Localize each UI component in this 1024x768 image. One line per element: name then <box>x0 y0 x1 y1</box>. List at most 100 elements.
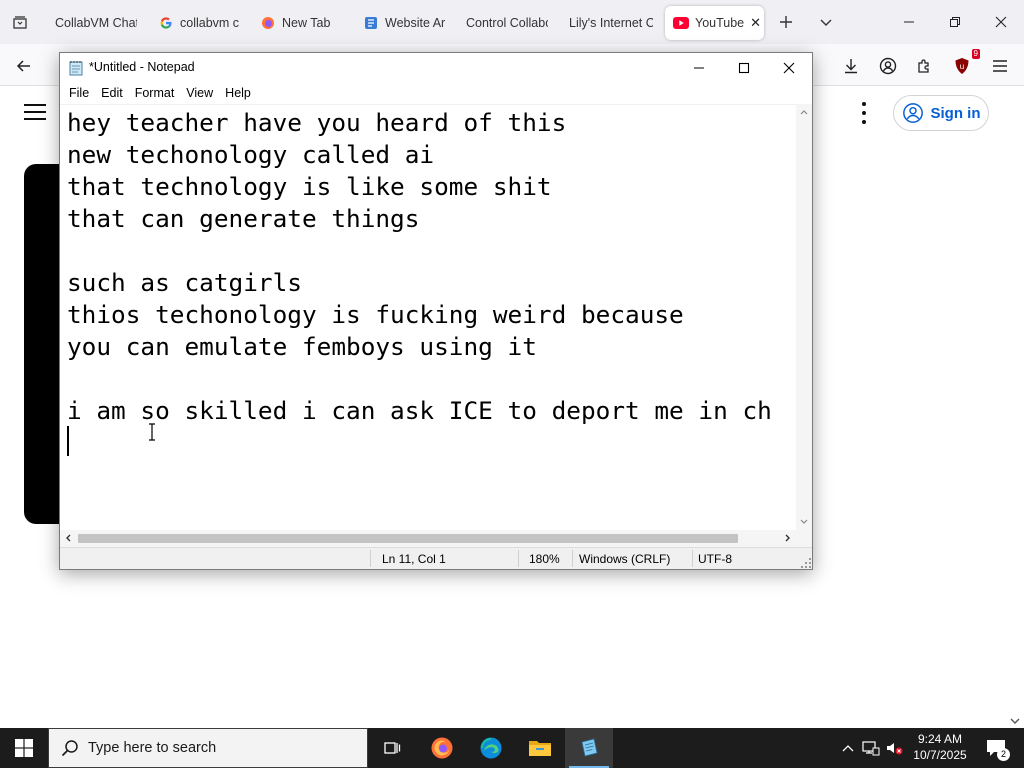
ublock-shield-icon: u <box>955 58 969 74</box>
youtube-guide-menu-icon[interactable] <box>24 104 46 120</box>
close-icon <box>995 16 1007 28</box>
app-menu-button[interactable] <box>986 52 1014 80</box>
scroll-down-arrow-icon[interactable] <box>798 516 810 528</box>
browser-close-button[interactable] <box>978 0 1024 44</box>
notepad-text-line <box>67 363 772 395</box>
sign-in-label: Sign in <box>930 104 981 122</box>
scrollbar-corner <box>796 530 812 547</box>
notepad-text-line: you can emulate femboys using it <box>67 332 537 361</box>
downloads-button[interactable] <box>837 52 865 80</box>
browser-tab[interactable]: CollabVM Chat <box>55 6 137 40</box>
volume-tray-button[interactable] <box>884 738 904 758</box>
sign-in-button[interactable]: Sign in <box>893 95 989 131</box>
browser-tab[interactable]: New Tab <box>260 6 340 40</box>
notepad-text-line: thios techonology is fucking weird becau… <box>67 300 684 329</box>
notification-center-button[interactable]: 2 <box>976 728 1016 768</box>
menu-help[interactable]: Help <box>219 83 257 104</box>
account-icon <box>879 57 897 75</box>
menu-file[interactable]: File <box>63 83 95 104</box>
scroll-right-arrow-icon[interactable] <box>782 532 794 544</box>
svg-text:u: u <box>960 62 964 71</box>
clock-time: 9:24 AM <box>917 732 963 746</box>
scroll-down-arrow-icon[interactable] <box>1010 716 1020 726</box>
ibeam-cursor-icon <box>149 423 155 441</box>
notepad-text-line: such as catgirls <box>67 268 302 297</box>
encoding: UTF-8 <box>698 552 732 566</box>
tab-list-button[interactable] <box>8 10 32 34</box>
start-button[interactable] <box>0 728 48 768</box>
browser-tab[interactable]: Lily's Internet C <box>569 6 653 40</box>
taskbar-edge[interactable] <box>467 728 515 768</box>
notepad-text-line: new techonology called ai <box>67 140 435 169</box>
account-button[interactable] <box>874 52 902 80</box>
resize-grip-icon[interactable] <box>801 558 811 568</box>
puzzle-icon <box>918 59 929 73</box>
new-tab-button[interactable] <box>774 10 798 34</box>
chevron-down-icon <box>820 19 832 26</box>
tab-label: New Tab <box>282 16 331 30</box>
clock-date: 10/7/2025 <box>913 748 967 762</box>
notepad-text-line: hey teacher have you heard of this <box>67 108 567 137</box>
status-separator <box>572 550 573 567</box>
notepad-text-line: i am so skilled i can ask ICE to deport … <box>67 396 772 425</box>
zoom-level: 180% <box>529 552 560 566</box>
firefox-icon <box>260 15 276 31</box>
browser-restore-button[interactable] <box>932 0 978 44</box>
website-icon <box>363 15 379 31</box>
menu-format[interactable]: Format <box>129 83 181 104</box>
taskbar-notepad[interactable] <box>565 728 613 768</box>
tab-overflow-button[interactable] <box>814 10 838 34</box>
taskbar-search-box[interactable]: Type here to search <box>48 728 368 768</box>
firefox-icon <box>431 737 453 759</box>
taskbar: Type here to search 9:24 AM 10/7/2025 2 <box>0 728 1024 768</box>
status-separator <box>370 550 371 567</box>
minimize-icon <box>904 21 914 23</box>
horizontal-scrollbar[interactable] <box>60 530 796 547</box>
notepad-minimize-button[interactable] <box>676 53 721 83</box>
ublock-extension-button[interactable]: u 9 <box>948 49 980 80</box>
close-icon <box>783 62 794 74</box>
status-separator <box>518 550 519 567</box>
extensions-button[interactable] <box>910 52 938 80</box>
notification-count-badge: 2 <box>997 748 1010 761</box>
notepad-menu-bar: File Edit Format View Help <box>60 83 812 104</box>
close-tab-icon[interactable]: ✕ <box>750 15 761 31</box>
menu-view[interactable]: View <box>180 83 219 104</box>
scroll-up-arrow-icon[interactable] <box>798 106 810 118</box>
user-circle-icon <box>902 103 923 123</box>
horizontal-scroll-thumb[interactable] <box>78 534 738 543</box>
task-view-button[interactable] <box>368 728 416 768</box>
chevron-up-icon <box>842 745 854 752</box>
show-hidden-icons-button[interactable] <box>838 738 858 758</box>
vertical-scrollbar[interactable] <box>796 104 812 530</box>
taskbar-firefox[interactable] <box>418 728 466 768</box>
scroll-left-arrow-icon[interactable] <box>62 532 74 544</box>
system-clock[interactable]: 9:24 AM 10/7/2025 <box>906 731 974 763</box>
taskbar-file-explorer[interactable] <box>516 728 564 768</box>
notepad-maximize-button[interactable] <box>721 53 766 83</box>
browser-tab[interactable]: collabvm c <box>158 6 242 40</box>
tab-label: CollabVM Chat <box>55 16 137 30</box>
notepad-text-area[interactable]: hey teacher have you heard of this new te… <box>60 104 796 530</box>
browser-tab-active[interactable]: YouTube ✕ <box>665 6 764 40</box>
network-tray-button[interactable] <box>861 738 881 758</box>
search-icon <box>61 740 78 757</box>
more-options-icon[interactable] <box>856 102 872 124</box>
browser-tab[interactable]: Control Collabc <box>466 6 548 40</box>
edge-icon <box>480 737 502 759</box>
browser-minimize-button[interactable] <box>886 0 932 44</box>
tab-label: Lily's Internet C <box>569 16 653 30</box>
notepad-title: *Untitled - Notepad <box>89 60 195 74</box>
notepad-close-button[interactable] <box>766 53 811 83</box>
notepad-text: hey teacher have you heard of this new te… <box>67 107 772 459</box>
notepad-text-line <box>67 235 772 267</box>
browser-tab[interactable]: Website Ar <box>363 6 445 40</box>
download-icon <box>845 59 857 74</box>
notepad-title-bar[interactable]: *Untitled - Notepad <box>60 53 812 83</box>
menu-edit[interactable]: Edit <box>95 83 129 104</box>
cursor-position: Ln 11, Col 1 <box>382 552 446 566</box>
maximize-icon <box>738 62 749 74</box>
back-button[interactable] <box>10 52 38 80</box>
status-separator <box>692 550 693 567</box>
tab-label: YouTube <box>695 16 745 30</box>
